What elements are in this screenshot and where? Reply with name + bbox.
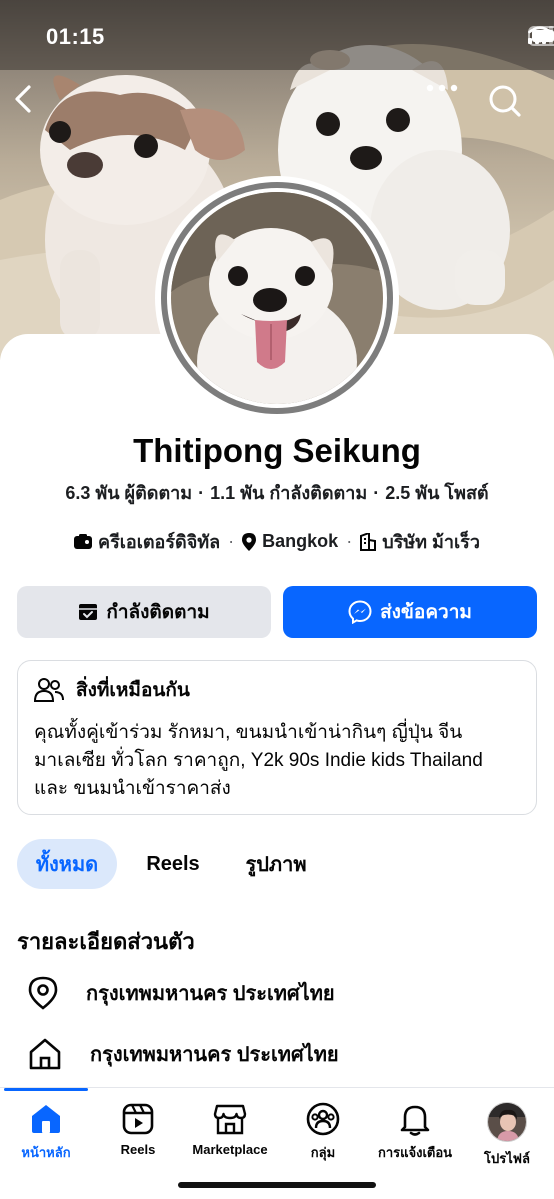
hometown-label: กรุงเทพมหานคร ประเทศไทย <box>90 1044 339 1066</box>
reels-icon <box>122 1103 154 1135</box>
location-label: Bangkok <box>262 531 339 551</box>
things-in-common-title: สิ่งที่เหมือนกัน <box>76 680 190 701</box>
message-button[interactable]: ส่งข้อความ <box>283 586 537 638</box>
home-icon <box>29 1038 61 1070</box>
category-label: ครีเอเตอร์ดิจิทัล <box>98 532 221 552</box>
active-tab-indicator <box>4 1088 88 1091</box>
search-icon <box>489 85 521 117</box>
separator-dot: · <box>373 483 380 503</box>
home-indicator[interactable] <box>178 1182 376 1188</box>
separator-dot: · <box>198 483 205 503</box>
tabbar-reels[interactable]: Reels <box>88 1102 188 1157</box>
bell-icon <box>400 1105 430 1136</box>
things-in-common-header: สิ่งที่เหมือนกัน <box>34 675 520 705</box>
tab-reels[interactable]: Reels <box>136 839 210 889</box>
profile-avatar[interactable] <box>155 176 399 420</box>
home-icon <box>32 1105 60 1133</box>
profile-stats: 6.3 พัน ผู้ติดตาม · 1.1 พัน กำลังติดตาม · 2.… <box>0 478 554 507</box>
following-label: กำลังติดตาม <box>106 602 210 623</box>
things-in-common-card[interactable]: สิ่งที่เหมือนกัน คุณทั้งคู่เข้าร่วม รักห… <box>17 660 537 815</box>
avatar-border <box>161 182 393 414</box>
status-time: 01:15 <box>46 24 105 49</box>
meta-category: ครีเอเตอร์ดิจิทัล <box>74 527 220 556</box>
message-label: ส่งข้อความ <box>380 602 472 623</box>
separator-dot: · <box>346 531 353 551</box>
detail-current-city[interactable]: กรุงเทพมหานคร ประเทศไทย <box>28 976 335 1010</box>
user-avatar <box>487 1102 527 1142</box>
detail-hometown[interactable]: กรุงเทพมหานคร ประเทศไทย <box>28 1038 339 1070</box>
common-line: คุณทั้งคู่เข้าร่วม รักหมา, ขนมนำเข้าน่าก… <box>34 722 463 743</box>
creator-badge-icon <box>74 533 93 549</box>
tabbar-groups-label: กลุ่ม <box>310 1145 336 1160</box>
posts-count[interactable]: 2.5 พัน โพสต์ <box>385 483 488 503</box>
tabbar-home[interactable]: หน้าหลัก <box>0 1102 96 1163</box>
messenger-icon <box>348 600 372 624</box>
marketplace-icon <box>213 1104 247 1135</box>
following-count[interactable]: 1.1 พัน กำลังติดตาม <box>210 483 367 503</box>
user-avatar-image <box>488 1103 526 1141</box>
profile-meta: ครีเอเตอร์ดิจิทัล · Bangkok · บริษัท ม้า… <box>0 527 554 556</box>
common-line: มาเลเซีย ทั่วโลก ราคาถูก, Y2k 90s Indie … <box>34 750 483 771</box>
meta-workplace: บริษัท ม้าเร็ว <box>360 527 480 556</box>
more-icon <box>426 84 458 92</box>
more-button[interactable] <box>426 84 470 128</box>
building-icon <box>360 532 377 551</box>
avatar-photo <box>171 192 383 404</box>
tab-all[interactable]: ทั้งหมด <box>17 839 117 889</box>
separator-dot: · <box>228 531 235 551</box>
back-icon <box>15 85 31 113</box>
tabbar-home-label: หน้าหลัก <box>21 1145 71 1160</box>
tab-photos[interactable]: รูปภาพ <box>236 839 316 889</box>
groups-icon <box>306 1102 340 1136</box>
followers-count[interactable]: 6.3 พัน ผู้ติดตาม <box>65 483 192 503</box>
location-pin-icon <box>28 976 58 1010</box>
tabbar-notifications-label: การแจ้งเตือน <box>377 1145 453 1160</box>
back-button[interactable] <box>12 84 56 128</box>
current-city-label: กรุงเทพมหานคร ประเทศไทย <box>86 983 335 1005</box>
meta-location: Bangkok <box>242 531 338 552</box>
tabbar-notifications[interactable]: การแจ้งเตือน <box>365 1102 465 1163</box>
tabbar-marketplace[interactable]: Marketplace <box>180 1102 280 1157</box>
battery-icon <box>528 26 554 46</box>
location-pin-icon <box>242 532 257 551</box>
following-button[interactable]: กำลังติดตาม <box>17 586 271 638</box>
tabbar-marketplace-label: Marketplace <box>192 1142 268 1157</box>
following-check-icon <box>79 604 98 620</box>
tabbar-reels-label: Reels <box>120 1142 156 1157</box>
avatar-image <box>171 192 383 404</box>
personal-details-title: รายละเอียดส่วนตัว <box>17 929 195 954</box>
search-button[interactable] <box>488 84 532 128</box>
common-line: และ ขนมนำเข้าราคาส่ง <box>34 778 231 799</box>
workplace-label: บริษัท ม้าเร็ว <box>382 532 480 552</box>
mutual-people-icon <box>34 678 64 702</box>
profile-name: Thitipong Seikung <box>133 432 421 469</box>
tabbar-profile-label: โปรไฟล์ <box>484 1151 530 1166</box>
things-in-common-text: คุณทั้งคู่เข้าร่วม รักหมา, ขนมนำเข้าน่าก… <box>34 719 520 803</box>
tabbar-profile[interactable]: โปรไฟล์ <box>457 1102 554 1169</box>
tabbar-groups[interactable]: กลุ่ม <box>273 1102 373 1163</box>
